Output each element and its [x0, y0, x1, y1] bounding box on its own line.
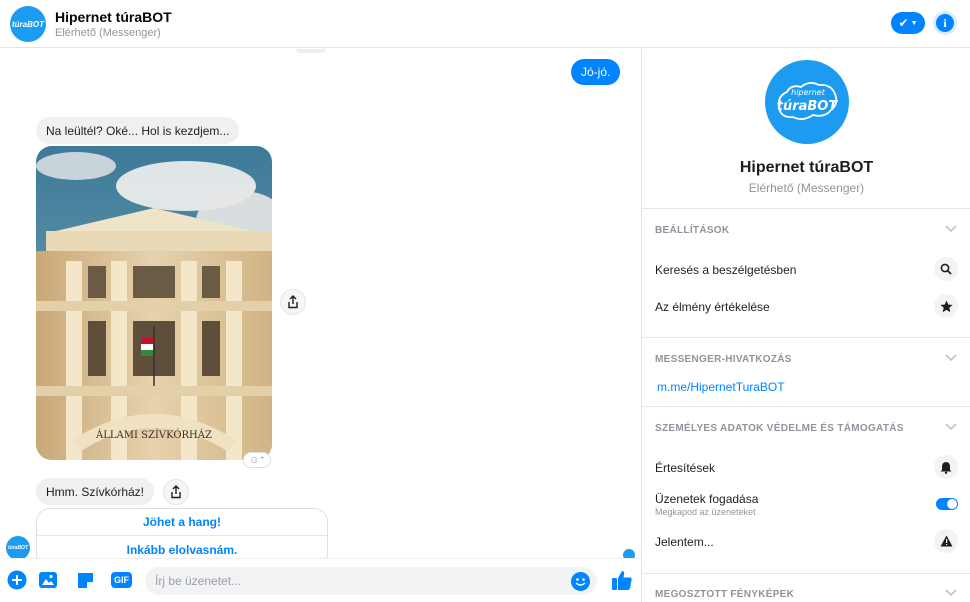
quick-reply-button[interactable]: Inkább elolvasnám.: [37, 536, 327, 558]
sticker-icon: [77, 572, 93, 588]
section-title-privacy-support[interactable]: SZEMÉLYES ADATOK VÉDELME ÉS TÁMOGATÁS: [655, 423, 904, 434]
message-input[interactable]: Írj be üzenetet...: [145, 567, 597, 595]
svg-text:ÁLLAMI SZÍVKÓRHÁZ: ÁLLAMI SZÍVKÓRHÁZ: [95, 429, 212, 441]
check-icon: ✔: [898, 16, 909, 30]
chevron-down-icon[interactable]: [944, 224, 958, 234]
share-icon: [171, 485, 181, 499]
bot-avatar[interactable]: túraBOT: [10, 6, 46, 42]
photo-button[interactable]: [38, 570, 58, 590]
svg-text:hipernet: hipernet: [791, 88, 826, 97]
chevron-down-icon[interactable]: [944, 353, 958, 363]
receive-messages-toggle[interactable]: [936, 498, 958, 510]
section-title-shared-photos[interactable]: MEGOSZTOTT FÉNYKÉPEK: [655, 589, 794, 600]
conversation-status: Elérhető (Messenger): [55, 27, 161, 39]
gif-button[interactable]: GIF: [110, 570, 133, 590]
sticker-button[interactable]: [75, 570, 95, 590]
notifications-item[interactable]: Értesítések: [655, 461, 715, 475]
divider: [642, 573, 970, 574]
report-item[interactable]: Jelentem...: [655, 535, 714, 549]
add-reaction-button[interactable]: ☺⁺: [243, 452, 271, 468]
search-in-conversation-item[interactable]: Keresés a beszélgetésben: [655, 263, 796, 277]
section-title-settings[interactable]: BEÁLLÍTÁSOK: [655, 225, 729, 236]
profile-status: Elérhető (Messenger): [748, 181, 865, 195]
chevron-down-icon[interactable]: [944, 422, 958, 432]
star-icon: [939, 300, 953, 312]
divider: [642, 406, 970, 407]
bot-avatar: túraBOT: [6, 536, 30, 558]
share-icon: [288, 295, 298, 309]
warning-icon: [940, 535, 952, 547]
bell-icon: [940, 461, 952, 474]
message-incoming[interactable]: Na leültél? Oké... Hol is kezdjem...: [36, 117, 240, 144]
conversation-header: túraBOT Hipernet túraBOT Elérhető (Messe…: [0, 0, 970, 48]
notifications-button[interactable]: [934, 455, 958, 479]
section-title-messenger-link[interactable]: MESSENGER-HIVATKOZÁS: [655, 354, 792, 365]
receive-messages-subtitle: Megkapod az üzeneteket: [655, 507, 756, 517]
message-outgoing[interactable]: Jó-jó.: [571, 59, 621, 85]
svg-text:túraBOT: túraBOT: [777, 99, 839, 114]
turabot-logo: hipernet túraBOT: [777, 82, 839, 120]
hospital-photo: ÁLLAMI SZÍVKÓRHÁZ: [36, 146, 272, 460]
search-button[interactable]: [934, 257, 958, 281]
rate-experience-item[interactable]: Az élmény értékelése: [655, 300, 770, 314]
scroll-indicator: [296, 49, 326, 53]
conversation-info-panel: hipernet túraBOT Hipernet túraBOT Elérhe…: [641, 49, 970, 602]
info-icon: i: [936, 14, 954, 32]
profile-name: Hipernet túraBOT: [739, 159, 874, 176]
thumbs-up-icon: [612, 571, 632, 590]
messenger-window: túraBOT Hipernet túraBOT Elérhető (Messe…: [0, 0, 970, 602]
quick-replies: Jöhet a hang! Inkább elolvasnám.: [36, 508, 328, 558]
gif-icon: GIF: [111, 572, 132, 588]
rate-button[interactable]: [934, 294, 958, 318]
share-button[interactable]: [280, 289, 306, 315]
conversation-title[interactable]: Hipernet túraBOT: [55, 9, 172, 25]
emoji-button[interactable]: [571, 572, 590, 591]
smile-icon: [575, 578, 586, 586]
plus-icon: [7, 570, 27, 590]
receive-messages-item[interactable]: Üzenetek fogadása: [655, 492, 758, 506]
chevron-down-icon[interactable]: [944, 588, 958, 598]
search-icon: [940, 263, 952, 275]
add-button[interactable]: [7, 570, 27, 590]
messenger-link[interactable]: m.me/HipernetTuraBOT: [657, 380, 785, 394]
image-icon: [39, 572, 57, 588]
info-button[interactable]: i: [933, 11, 957, 35]
message-incoming[interactable]: Hmm. Szívkórház!: [36, 478, 155, 505]
report-button[interactable]: [934, 529, 958, 553]
seen-indicator: [623, 549, 635, 558]
mark-done-button[interactable]: ✔ ▼: [891, 12, 925, 34]
profile-avatar[interactable]: hipernet túraBOT: [765, 60, 849, 144]
composer: GIF Írj be üzenetet...: [0, 558, 641, 602]
share-button[interactable]: [163, 479, 189, 505]
chevron-down-icon: ▼: [910, 19, 918, 27]
divider: [642, 337, 970, 338]
message-list[interactable]: Jó-jó. Na leültél? Oké... Hol is kezdjem…: [0, 49, 641, 558]
message-photo[interactable]: ÁLLAMI SZÍVKÓRHÁZ: [36, 146, 272, 460]
like-button[interactable]: [610, 568, 634, 592]
quick-reply-button[interactable]: Jöhet a hang!: [37, 509, 327, 536]
divider: [642, 208, 970, 209]
